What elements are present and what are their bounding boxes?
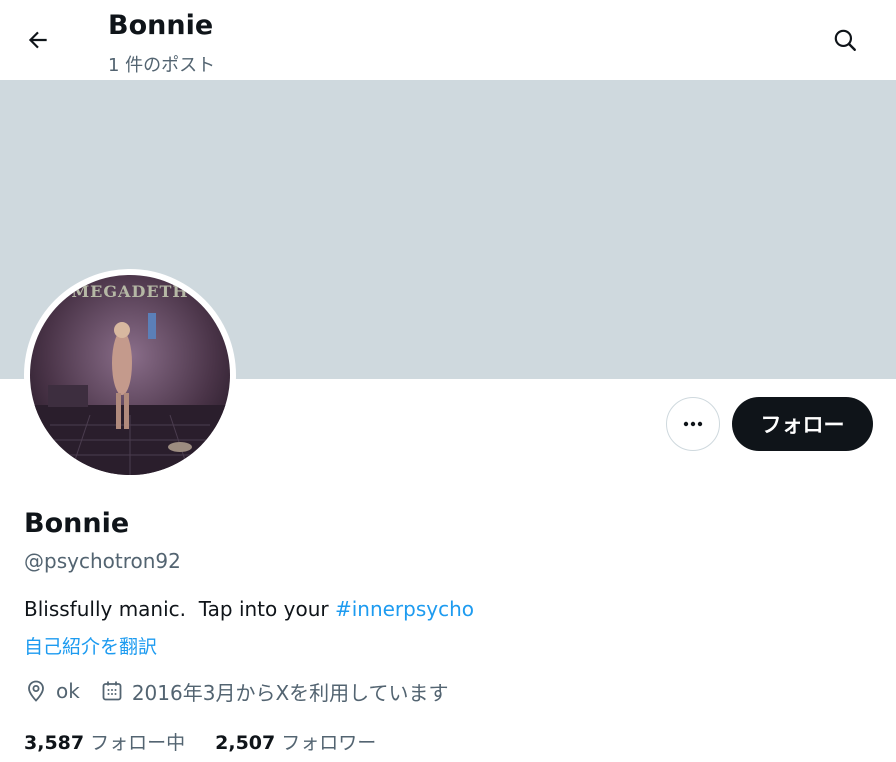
arrow-left-icon: [28, 31, 47, 49]
joined-text: 2016年3月からXを利用しています: [131, 680, 449, 705]
page-title: Bonnie: [108, 10, 214, 41]
follow-stats: 3,587 フォロー中 2,507 フォロワー: [24, 728, 406, 755]
post-count: 1 件のポスト: [108, 55, 216, 76]
back-button[interactable]: [18, 20, 58, 60]
translate-bio-link[interactable]: 自己紹介を翻訳: [24, 632, 157, 659]
location-pin-icon: [28, 680, 44, 702]
display-name: Bonnie: [24, 508, 130, 539]
following-count: 3,587: [24, 732, 85, 754]
followers-count: 2,507: [215, 732, 276, 754]
location-text: ok: [56, 679, 80, 703]
profile-meta: ok 2016年3月からXを利用しています: [24, 676, 469, 706]
search-button[interactable]: [825, 20, 865, 60]
avatar-frame: MEGADETH: [24, 269, 236, 481]
location-item: ok: [24, 679, 80, 703]
follow-button[interactable]: フォロー: [732, 397, 873, 451]
following-label: フォロー中: [90, 732, 186, 754]
bio-hashtag-link[interactable]: #innerpsycho: [335, 597, 474, 621]
more-options-button[interactable]: [666, 397, 720, 451]
followers-label: フォロワー: [281, 732, 377, 754]
calendar-icon: [102, 681, 122, 701]
joined-item: 2016年3月からXを利用しています: [100, 677, 449, 706]
following-stat[interactable]: 3,587 フォロー中: [24, 728, 185, 755]
more-horizontal-icon: [683, 421, 703, 427]
avatar[interactable]: MEGADETH: [30, 275, 230, 475]
followers-stat[interactable]: 2,507 フォロワー: [215, 728, 376, 755]
top-bar: Bonnie 1 件のポスト: [0, 0, 896, 80]
search-icon: [834, 29, 856, 51]
bio: Blissfully manic. Tap into your #innerps…: [24, 597, 474, 621]
avatar-logo-text: MEGADETH: [71, 282, 188, 301]
bio-text: Blissfully manic. Tap into your: [24, 597, 335, 621]
user-handle: @psychotron92: [24, 549, 181, 573]
